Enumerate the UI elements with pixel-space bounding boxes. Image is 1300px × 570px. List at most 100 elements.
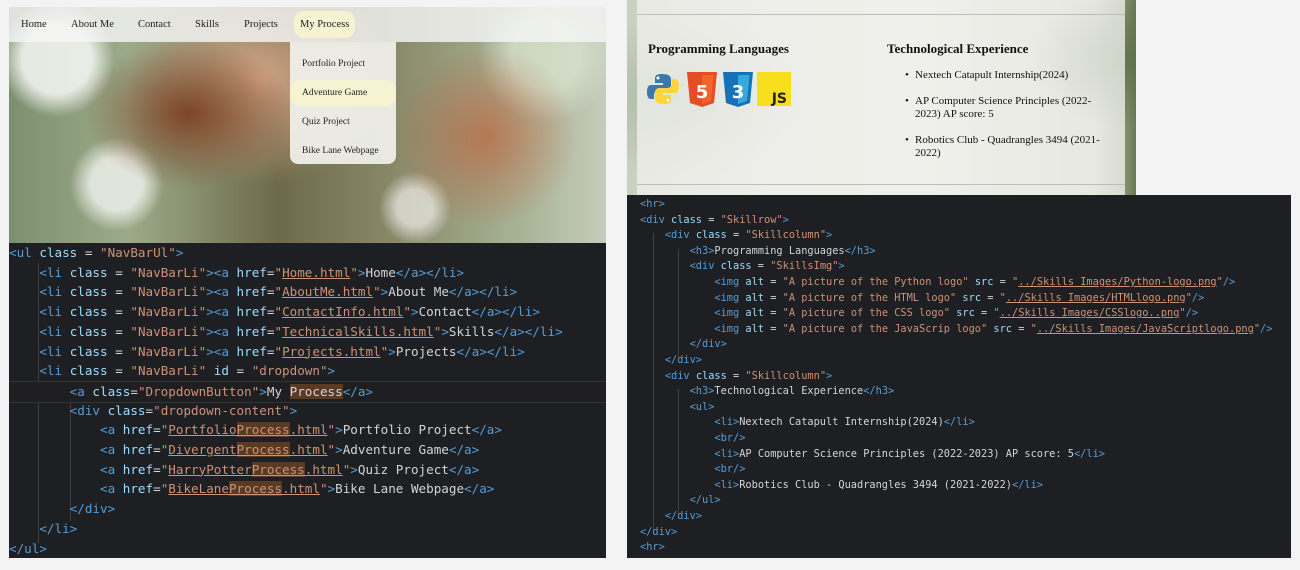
code-token: = (153, 461, 161, 477)
code-line[interactable]: <br/> (640, 431, 745, 447)
code-token: = (145, 402, 154, 418)
css3-logo-icon: 3 (723, 72, 753, 107)
code-token: > (388, 343, 396, 359)
code-token: Process (236, 442, 290, 457)
code-token: = (77, 245, 101, 260)
horizontal-rule (637, 14, 1125, 15)
code-token: /> (1222, 276, 1236, 288)
code-line[interactable]: <div class = "SkillsImg"> (640, 259, 845, 275)
code-token: href (122, 461, 154, 477)
code-token: /> (1185, 307, 1199, 320)
code-line[interactable]: </div> (640, 509, 702, 525)
code-token: <ul (9, 245, 40, 260)
dropdown-item-quiz-project[interactable]: Quiz Project (290, 109, 396, 135)
code-token: class (92, 383, 131, 399)
code-token: </h3> (863, 385, 895, 398)
code-line[interactable]: <li class = "NavBarLi"><a href="Projects… (9, 342, 524, 362)
code-line[interactable]: <li class = "NavBarLi"><a href="Home.htm… (9, 263, 464, 283)
code-line[interactable]: <hr> (640, 197, 665, 213)
navbar-html-code: <ul class = "NavBarUl"> <li class = "Nav… (9, 243, 606, 558)
code-line[interactable]: <ul> (640, 400, 715, 416)
code-line[interactable]: <img alt = "A picture of the CSS logo" s… (640, 306, 1198, 322)
code-line[interactable]: <li>AP Computer Science Principles (2022… (640, 447, 1105, 463)
code-line[interactable]: <h3>Programming Languages</h3> (640, 244, 876, 260)
code-line[interactable]: <li>Nextech Catapult Internship(2024)</l… (640, 415, 974, 431)
code-line[interactable]: </ul> (9, 539, 47, 559)
code-line[interactable]: </div> (640, 353, 702, 369)
code-line[interactable]: <img alt = "A picture of the Python logo… (640, 275, 1235, 291)
code-token: = (228, 363, 252, 379)
nav-my-process[interactable]: My Process (294, 11, 356, 38)
code-token: <a (69, 383, 93, 399)
code-line[interactable]: </div> (9, 499, 116, 519)
code-line[interactable]: <li class = "NavBarLi"><a href="Technica… (9, 322, 563, 342)
code-token: .html (304, 461, 343, 477)
navbar: Home About Me Contact Skills Projects My… (9, 7, 606, 42)
code-line[interactable]: <img alt = "A picture of the JavaScrip l… (640, 322, 1272, 338)
code-token: = (107, 284, 131, 300)
code-token: = (764, 276, 783, 288)
code-token: Adventure Game (342, 442, 449, 457)
code-line[interactable]: <li class = "NavBarLi"><a href="AboutMe.… (9, 282, 517, 302)
code-token: <br/> (714, 463, 746, 476)
dropdown-item-portfolio-project[interactable]: Portfolio Project (290, 51, 396, 77)
code-token: ../Skills Images/HTMLlogo.png (1005, 291, 1186, 304)
code-token: </a></li> (494, 323, 563, 339)
dropdown-item-bike-lane-webpage[interactable]: Bike Lane Webpage (290, 138, 396, 164)
code-line[interactable]: <a href="HarryPotterProcess.html">Quiz P… (9, 460, 479, 480)
code-line[interactable]: </div> (640, 337, 727, 353)
code-line[interactable]: <img alt = "A picture of the HTML logo" … (640, 291, 1204, 307)
code-token: <img (714, 291, 746, 304)
code-line[interactable]: </div> (640, 525, 677, 541)
code-line[interactable]: <div class="dropdown-content"> (9, 401, 298, 421)
code-line[interactable]: <a class="DropdownButton">My Process</a> (9, 380, 606, 403)
code-line[interactable]: <h3>Technological Experience</h3> (640, 384, 895, 400)
nav-skills[interactable]: Skills (189, 7, 225, 42)
code-token: <li> (714, 447, 740, 460)
code-token: href (236, 264, 267, 280)
code-token: " (327, 442, 336, 457)
code-token: > (838, 260, 845, 273)
code-line[interactable]: <hr> (640, 540, 665, 556)
code-token: > (289, 402, 298, 418)
code-token: <div (664, 229, 696, 242)
code-token: alt (745, 322, 765, 335)
code-token: class (107, 402, 146, 418)
nav-home[interactable]: Home (15, 7, 53, 42)
python-logo-icon (647, 74, 679, 104)
code-line[interactable]: <li class = "NavBarLi"><a href="ContactI… (9, 302, 540, 322)
code-line[interactable]: </li> (9, 519, 77, 539)
code-token: ../Skills Images/CSSlogo..png (999, 307, 1180, 320)
code-line[interactable]: <li>Robotics Club - Quadrangles 3494 (20… (640, 478, 1043, 494)
html5-logo-label: 5 (696, 82, 709, 103)
code-line[interactable]: <div class = "Skillrow"> (640, 213, 789, 229)
nav-contact[interactable]: Contact (132, 7, 177, 42)
code-line[interactable]: <ul class = "NavBarUl"> (9, 243, 183, 263)
code-line[interactable]: <div class = "Skillcolumn"> (640, 369, 832, 385)
code-line[interactable]: <li class = "NavBarLi" id = "dropdown"> (9, 361, 335, 381)
nav-about-me[interactable]: About Me (65, 7, 120, 42)
dropdown-item-adventure-game[interactable]: Adventure Game (290, 80, 396, 106)
code-token: HarryPotter (168, 461, 252, 477)
code-token: = (764, 307, 783, 320)
code-token: > (826, 229, 833, 242)
code-token: href (236, 323, 267, 339)
code-token: " (327, 422, 336, 438)
code-token: Projects.html (282, 343, 381, 359)
code-token: = (974, 307, 994, 320)
code-line[interactable]: </ul> (640, 493, 721, 509)
code-token: > (357, 264, 366, 280)
code-line[interactable]: <a href="DivergentProcess.html">Adventur… (9, 440, 479, 460)
code-line[interactable]: <a href="BikeLaneProcess.html">Bike Lane… (9, 479, 494, 499)
code-token: > (335, 442, 343, 457)
code-line[interactable]: <a href="PortfolioProcess.html">Portfoli… (9, 420, 502, 440)
nav-projects[interactable]: Projects (238, 7, 284, 42)
code-token: </ul> (689, 494, 721, 507)
code-token: </a> (342, 383, 374, 399)
code-token: ../Skills Images/Python-logo.png (1018, 276, 1217, 288)
code-line[interactable]: <div class = "Skillcolumn"> (640, 228, 832, 244)
code-line[interactable]: <br/> (640, 462, 745, 478)
